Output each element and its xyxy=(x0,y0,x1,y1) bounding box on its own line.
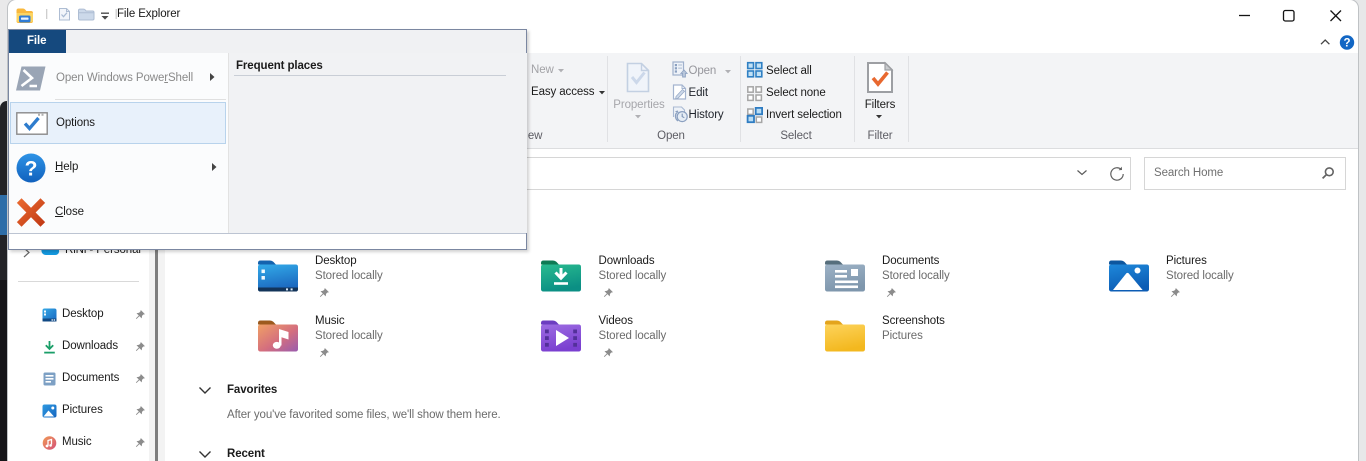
svg-text:?: ? xyxy=(25,158,38,181)
svg-text:?: ? xyxy=(1344,38,1351,50)
